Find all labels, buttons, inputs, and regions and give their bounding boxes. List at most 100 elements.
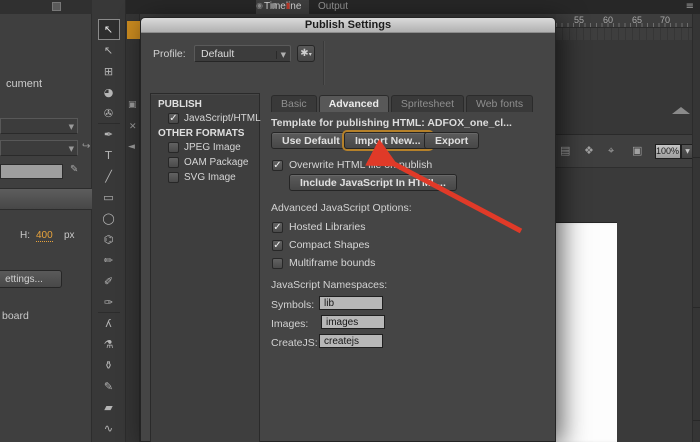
profile-options-button[interactable]: ✱▾	[297, 45, 315, 62]
ink-bottle-tool[interactable]: ⚱	[98, 355, 120, 376]
checkbox-unchecked[interactable]	[168, 142, 179, 153]
width-tool[interactable]: ∿	[98, 418, 120, 439]
edit-symbol-icon[interactable]: ❖	[584, 144, 594, 157]
images-label: Images:	[271, 318, 308, 330]
multiframe-bounds-option[interactable]: Multiframe bounds	[272, 257, 375, 269]
onion-skin-range-icon[interactable]	[672, 107, 690, 114]
edit-scene-icon[interactable]: ▤	[560, 144, 570, 157]
height-label: H:	[20, 230, 30, 241]
clip-content-icon[interactable]: ▣	[632, 144, 642, 157]
format-label: JPEG Image	[184, 142, 241, 153]
checkbox-unchecked[interactable]	[168, 157, 179, 168]
format-jpeg-image[interactable]: JPEG Image	[168, 142, 259, 153]
properties-section-header[interactable]	[0, 188, 92, 210]
dialog-title[interactable]: Publish Settings	[141, 18, 555, 33]
polystar-tool[interactable]: ⌬	[98, 229, 120, 250]
divider	[323, 41, 325, 85]
right-panel-edge	[692, 14, 700, 442]
color-swatch[interactable]	[127, 21, 140, 39]
line-tool[interactable]: ╱	[98, 166, 120, 187]
profile-dropdown[interactable]: Default ▼	[194, 45, 291, 62]
import-new-button[interactable]: Import New...	[344, 132, 432, 149]
compact-shapes-option[interactable]: ✓ Compact Shapes	[272, 239, 370, 251]
height-unit: px	[64, 230, 75, 241]
format-oam-package[interactable]: OAM Package	[168, 157, 259, 168]
tab-timeline[interactable]: Timeline	[256, 0, 309, 14]
publish-section-header: PUBLISH	[158, 99, 259, 110]
height-value[interactable]: 400	[36, 230, 53, 242]
format-label: OAM Package	[184, 157, 248, 168]
checkbox-unchecked[interactable]	[272, 258, 283, 269]
rectangle-tool[interactable]: ▭	[98, 187, 120, 208]
publish-target-dropdown[interactable]: ▼	[0, 118, 78, 134]
overwrite-html-option[interactable]: ✓ Overwrite HTML file on publish	[272, 159, 432, 171]
center-stage-icon[interactable]: ⌖	[608, 144, 614, 158]
class-field[interactable]	[0, 164, 63, 179]
publish-settings-dialog: Publish Settings Profile: Default ▼ ✱▾ P…	[140, 17, 556, 442]
tab-output[interactable]: Output	[310, 0, 356, 14]
bone-tool[interactable]: ʎ	[98, 313, 120, 334]
divider	[693, 157, 700, 158]
profile-label: Profile:	[153, 48, 186, 60]
eraser-tool[interactable]: ▰	[98, 397, 120, 418]
properties-panel-header	[0, 0, 92, 14]
pen-tool[interactable]: ✒	[98, 124, 120, 145]
createjs-label: CreateJS:	[271, 337, 318, 349]
tab-spritesheet[interactable]: Spritesheet	[391, 95, 464, 112]
paint-bucket-tool[interactable]: ⚗	[98, 334, 120, 355]
selection-tool[interactable]: ↖	[98, 19, 120, 40]
include-javascript-button[interactable]: Include JavaScript In HTML...	[289, 174, 457, 191]
checkbox-unchecked[interactable]	[168, 172, 179, 183]
timeline-frame-columns	[556, 28, 692, 40]
eyedropper-tool[interactable]: ✎	[98, 376, 120, 397]
properties-panel: cument ▼ ▼ ↪ ✎ H: 400 px ettings... boar…	[0, 0, 92, 442]
checkbox-checked[interactable]: ✓	[168, 113, 179, 124]
brush-tool[interactable]: ✐	[98, 271, 120, 292]
symbols-label: Symbols:	[271, 299, 314, 311]
publish-settings-button-fragment[interactable]: ettings...	[0, 270, 62, 288]
symbols-input[interactable]	[319, 296, 383, 310]
format-label: SVG Image	[184, 172, 236, 183]
createjs-input[interactable]	[319, 334, 383, 348]
panel-menu-icon[interactable]: ≡	[686, 1, 694, 12]
3d-rotation-tool[interactable]: ◕	[98, 82, 120, 103]
script-dropdown[interactable]: ▼	[0, 140, 78, 156]
format-svg-image[interactable]: SVG Image	[168, 172, 259, 183]
checkbox-checked[interactable]: ✓	[272, 160, 283, 171]
text-tool[interactable]: T	[98, 145, 120, 166]
subselection-tool[interactable]: ↖	[98, 40, 120, 61]
hosted-libraries-option[interactable]: ✓ Hosted Libraries	[272, 221, 365, 233]
back-arrow-icon[interactable]: ◄	[128, 142, 135, 152]
checkbox-checked[interactable]: ✓	[272, 222, 283, 233]
dock-strip	[126, 0, 140, 442]
pencil-edit-icon[interactable]: ✎	[70, 164, 78, 175]
settings-tabs: Basic Advanced Spritesheet Web fonts	[271, 95, 533, 112]
export-button[interactable]: Export	[424, 132, 479, 149]
stage-canvas[interactable]	[553, 222, 617, 442]
use-default-button[interactable]: Use Default	[271, 132, 351, 149]
tools-panel: ↖ ↖ ⊞ ◕ ✇ ✒ T ╱ ▭ ◯ ⌬ ✏ ✐ ✑ ʎ ⚗ ⚱ ✎ ▰ ∿	[92, 0, 126, 442]
chevron-down-icon: ▼	[276, 51, 286, 59]
checkbox-checked[interactable]: ✓	[272, 240, 283, 251]
template-description: Template for publishing HTML: ADFOX_one_…	[271, 117, 512, 129]
lock-icon[interactable]: ▣	[270, 1, 278, 10]
lasso-tool[interactable]: ✇	[98, 103, 120, 124]
refresh-icon[interactable]: ↪	[82, 141, 90, 152]
pencil-tool[interactable]: ✏	[98, 250, 120, 271]
timeline-frame-ruler[interactable]: 55 60 65 70	[556, 14, 692, 28]
library-panel-icon[interactable]: ▣	[128, 100, 137, 110]
format-javascript-html[interactable]: ✓ JavaScript/HTML	[168, 113, 259, 124]
zoom-level-field[interactable]: 100%	[655, 144, 681, 159]
eye-icon[interactable]: ◉	[256, 1, 263, 10]
oval-tool[interactable]: ◯	[98, 208, 120, 229]
divider	[693, 307, 700, 308]
free-transform-tool[interactable]: ⊞	[98, 61, 120, 82]
close-icon[interactable]: ✕	[129, 122, 137, 132]
paint-brush-tool[interactable]: ✑	[98, 292, 120, 313]
images-input[interactable]	[321, 315, 385, 329]
tab-web-fonts[interactable]: Web fonts	[466, 95, 533, 112]
timeline-track-area[interactable]	[556, 28, 692, 135]
tab-advanced[interactable]: Advanced	[319, 95, 389, 112]
tab-basic[interactable]: Basic	[271, 95, 317, 112]
format-label: JavaScript/HTML	[184, 113, 261, 124]
